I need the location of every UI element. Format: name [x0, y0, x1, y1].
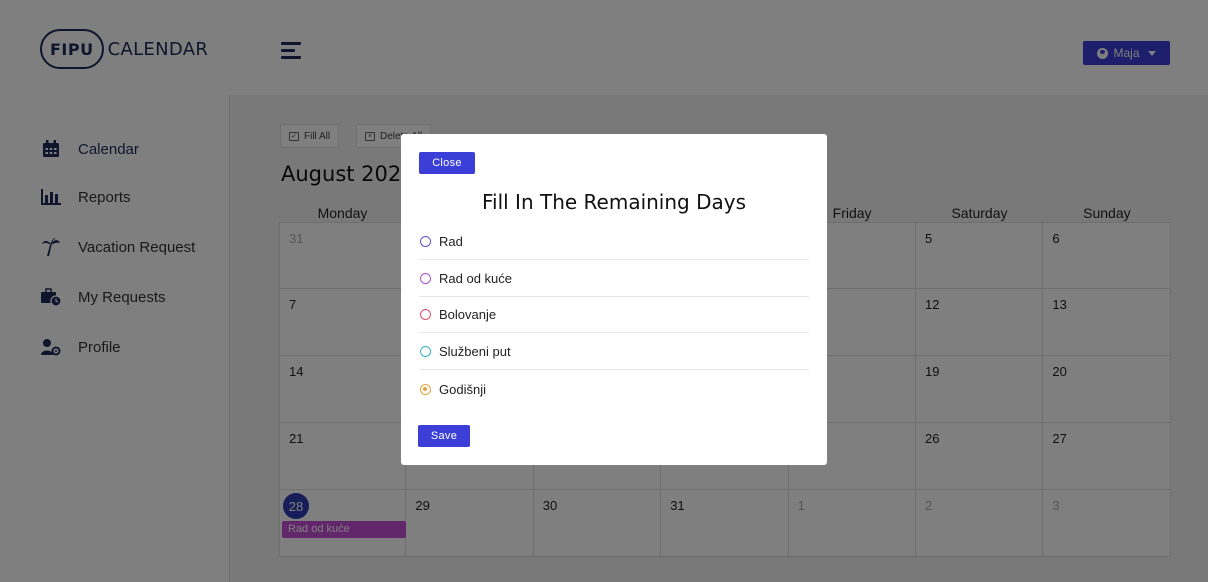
radio-button[interactable]: [420, 383, 431, 395]
radio-option-label: Rad od kuće: [439, 271, 512, 286]
radio-button[interactable]: [420, 236, 431, 247]
app: FIPU CALENDAR Maja Calendar Reports Vaca: [0, 0, 1208, 582]
fill-days-modal: Close Fill In The Remaining Days Rad Rad …: [401, 134, 827, 465]
radio-option[interactable]: Bolovanje: [419, 297, 809, 333]
radio-button[interactable]: [420, 346, 431, 357]
radio-option-label: Godišnji: [439, 381, 486, 397]
save-button[interactable]: Save: [418, 425, 470, 447]
radio-button[interactable]: [420, 309, 431, 320]
radio-option[interactable]: Rad od kuće: [419, 261, 809, 297]
close-button[interactable]: Close: [419, 152, 475, 174]
radio-option-label: Rad: [439, 234, 463, 249]
radio-option[interactable]: Godišnji: [419, 371, 809, 407]
radio-button[interactable]: [420, 273, 431, 284]
radio-option-label: Službeni put: [439, 344, 511, 359]
radio-option-label: Bolovanje: [439, 307, 497, 322]
radio-option[interactable]: Rad: [419, 224, 809, 260]
radio-option[interactable]: Službeni put: [419, 334, 809, 370]
modal-title: Fill In The Remaining Days: [481, 190, 747, 214]
